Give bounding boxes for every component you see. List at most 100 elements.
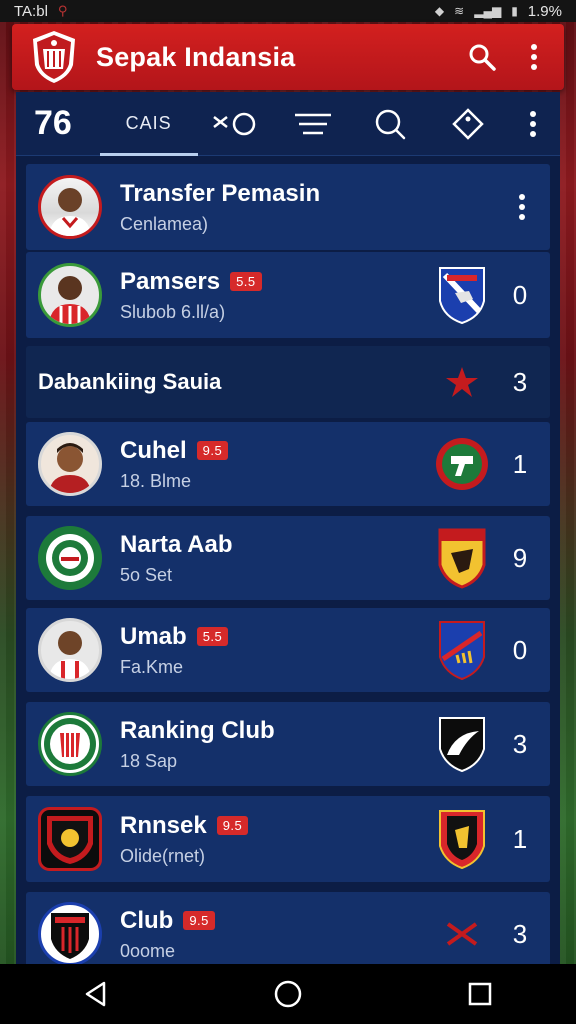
row-value: 3 bbox=[512, 366, 528, 397]
row-title-line: Umab 5.5 bbox=[120, 623, 434, 651]
row-title: Ranking Club bbox=[120, 716, 275, 744]
section-title: Dabankiing Sauia bbox=[38, 369, 222, 394]
search-button[interactable] bbox=[460, 35, 504, 79]
rating-badge: 9.5 bbox=[183, 911, 215, 930]
list-item[interactable]: Rnnsek 9.5 Olide(rnet) 1 bbox=[26, 796, 550, 882]
club-logo bbox=[38, 902, 102, 964]
kebab-menu-icon bbox=[530, 110, 536, 137]
row-value: 1 bbox=[512, 448, 528, 479]
app-bar: Sepak Indansia bbox=[12, 24, 564, 90]
row-subtitle: Cenlamea) bbox=[120, 213, 209, 234]
row-text: Rnnsek 9.5 Olide(rnet) bbox=[120, 812, 434, 867]
signal-icon: ▂▄▆ bbox=[474, 4, 502, 18]
row-value: 0 bbox=[512, 279, 528, 310]
kebab-menu-icon bbox=[519, 194, 525, 220]
row-title: Pamsers bbox=[120, 267, 221, 295]
battery-percent: 1.9% bbox=[527, 2, 562, 20]
location-icon: ◆ bbox=[434, 4, 445, 18]
tab-filter[interactable] bbox=[275, 92, 352, 156]
list-item[interactable]: Pamsers 5.5 Slubob 6.ll/a) 0 bbox=[26, 252, 550, 338]
row-subtitle: Olide(rnet) bbox=[120, 845, 206, 866]
status-bar: TA:bl ⚲ ◆ ≋ ▂▄▆ ▮ 1.9% bbox=[0, 0, 576, 22]
recents-square-icon bbox=[468, 982, 492, 1006]
tab-search[interactable] bbox=[352, 92, 429, 156]
kebab-menu-icon bbox=[531, 44, 537, 70]
search-icon bbox=[376, 109, 406, 139]
recents-button[interactable] bbox=[440, 964, 520, 1024]
content-list: Transfer Pemasin Cenlamea) Pamsers 5.5 S… bbox=[16, 156, 560, 964]
row-value: 3 bbox=[512, 918, 528, 949]
search-icon bbox=[469, 44, 496, 71]
rating-badge: 5.5 bbox=[196, 627, 229, 646]
row-text: Narta Aab 5o Set bbox=[120, 531, 434, 586]
filter-lines-icon bbox=[295, 113, 332, 134]
club-crest bbox=[434, 527, 490, 589]
row-title: Cuhel bbox=[120, 436, 187, 464]
overflow-menu-button[interactable] bbox=[512, 35, 556, 79]
item-count: 76 bbox=[34, 104, 72, 142]
tab-tag[interactable] bbox=[429, 92, 506, 156]
club-crest bbox=[434, 264, 490, 326]
avatar bbox=[38, 618, 102, 682]
avatar bbox=[38, 175, 102, 239]
row-title: Umab bbox=[120, 622, 187, 650]
row-subtitle: 18 Sap bbox=[120, 750, 178, 771]
row-text: Ranking Club 18 Sap bbox=[120, 717, 434, 772]
list-item[interactable]: Ranking Club 18 Sap 3 bbox=[26, 702, 550, 786]
rating-badge: 9.5 bbox=[196, 441, 229, 460]
row-text: Umab 5.5 Fa.Kme bbox=[120, 623, 434, 678]
row-value: 1 bbox=[512, 823, 528, 854]
row-subtitle: 0oome bbox=[120, 940, 176, 961]
tab-more-button[interactable] bbox=[506, 92, 560, 156]
row-title: Club bbox=[120, 906, 174, 934]
row-title: Rnnsek bbox=[120, 811, 207, 839]
row-title-line: Cuhel 9.5 bbox=[120, 437, 434, 465]
row-text: Pamsers 5.5 Slubob 6.ll/a) bbox=[120, 268, 434, 323]
row-value: 9 bbox=[512, 542, 528, 573]
row-text: Club 9.5 0oome bbox=[120, 907, 434, 962]
club-logo bbox=[38, 712, 102, 776]
club-crest bbox=[434, 808, 490, 870]
avatar bbox=[38, 432, 102, 496]
rating-badge: 9.5 bbox=[216, 816, 249, 835]
app-title: Sepak Indansia bbox=[96, 41, 296, 72]
battery-icon: ▮ bbox=[511, 4, 518, 18]
star-icon bbox=[434, 351, 490, 413]
app-logo bbox=[28, 29, 80, 85]
list-item[interactable]: Club 9.5 0oome 3 bbox=[26, 892, 550, 964]
row-subtitle: 5o Set bbox=[120, 564, 173, 585]
list-item[interactable]: Umab 5.5 Fa.Kme 0 bbox=[26, 608, 550, 692]
row-subtitle: 18. Blme bbox=[120, 470, 192, 491]
wifi-icon: ≋ bbox=[454, 4, 465, 18]
row-menu-button[interactable] bbox=[494, 192, 550, 222]
club-logo bbox=[38, 526, 102, 590]
tag-icon bbox=[451, 107, 484, 140]
row-value: 0 bbox=[512, 634, 528, 665]
status-left-text: TA:bl bbox=[14, 2, 48, 20]
row-title-line: Rnnsek 9.5 bbox=[120, 812, 434, 840]
row-text: Cuhel 9.5 18. Blme bbox=[120, 437, 434, 492]
rating-badge: 5.5 bbox=[230, 272, 262, 291]
whistle-icon bbox=[213, 112, 256, 135]
row-title: Narta Aab bbox=[120, 530, 233, 558]
list-item[interactable]: Transfer Pemasin Cenlamea) bbox=[26, 164, 550, 250]
row-subtitle: Fa.Kme bbox=[120, 656, 184, 677]
home-circle-icon bbox=[274, 980, 302, 1008]
tab-transfer[interactable] bbox=[198, 92, 275, 156]
list-item[interactable]: Narta Aab 5o Set 9 bbox=[26, 516, 550, 600]
tab-bar: 76 CAIS bbox=[16, 92, 560, 156]
close-icon bbox=[434, 903, 490, 964]
tab-cais[interactable]: CAIS bbox=[99, 92, 199, 156]
row-title: Transfer Pemasin bbox=[120, 179, 321, 207]
row-text: Transfer Pemasin Cenlamea) bbox=[120, 180, 494, 235]
home-button[interactable] bbox=[248, 964, 328, 1024]
back-triangle-icon bbox=[85, 981, 106, 1007]
club-logo bbox=[38, 807, 102, 871]
row-subtitle: Slubob 6.ll/a) bbox=[120, 301, 226, 322]
club-crest bbox=[434, 619, 490, 681]
back-button[interactable] bbox=[56, 964, 136, 1024]
avatar bbox=[38, 263, 102, 327]
club-crest bbox=[434, 433, 490, 495]
list-item[interactable]: Cuhel 9.5 18. Blme 1 bbox=[26, 422, 550, 506]
club-crest bbox=[434, 713, 490, 775]
